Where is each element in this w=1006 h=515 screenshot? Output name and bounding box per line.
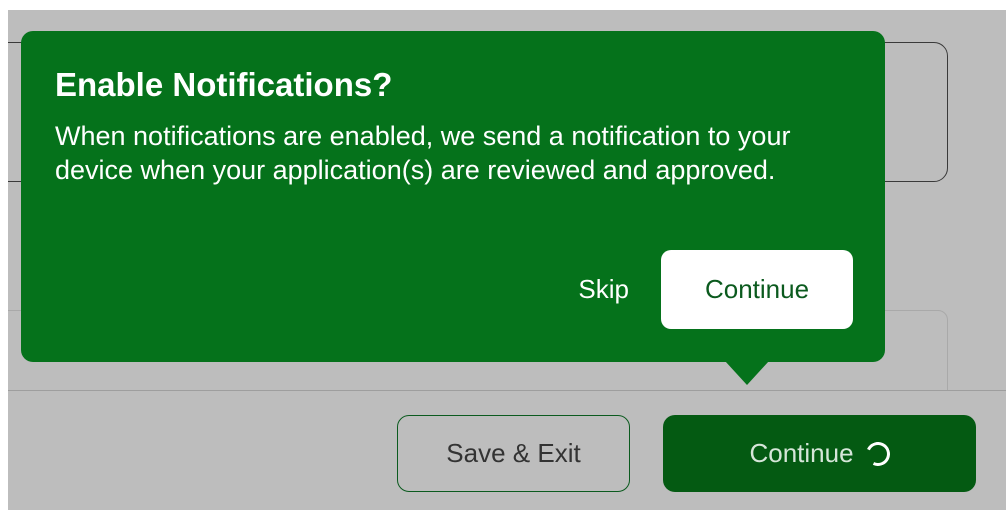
footer-continue-label: Continue: [749, 438, 854, 468]
popover-continue-label: Continue: [704, 274, 810, 304]
skip-label: Skip: [578, 274, 629, 304]
loading-spinner-icon: [862, 438, 893, 469]
enable-notifications-popover: Enable Notifications? When notifications…: [21, 31, 885, 362]
save-exit-label: Save & Exit: [446, 438, 581, 468]
footer-continue-button[interactable]: Continue: [663, 415, 976, 492]
skip-button[interactable]: Skip: [578, 274, 629, 305]
popover-pointer-arrow: [725, 361, 769, 385]
popover-continue-button[interactable]: Continue: [661, 250, 853, 329]
popover-title: Enable Notifications?: [55, 66, 393, 103]
popover-actions: Skip Continue: [578, 250, 853, 329]
save-exit-button[interactable]: Save & Exit: [397, 415, 630, 492]
popover-body-text: When notifications are enabled, we send …: [55, 121, 791, 185]
